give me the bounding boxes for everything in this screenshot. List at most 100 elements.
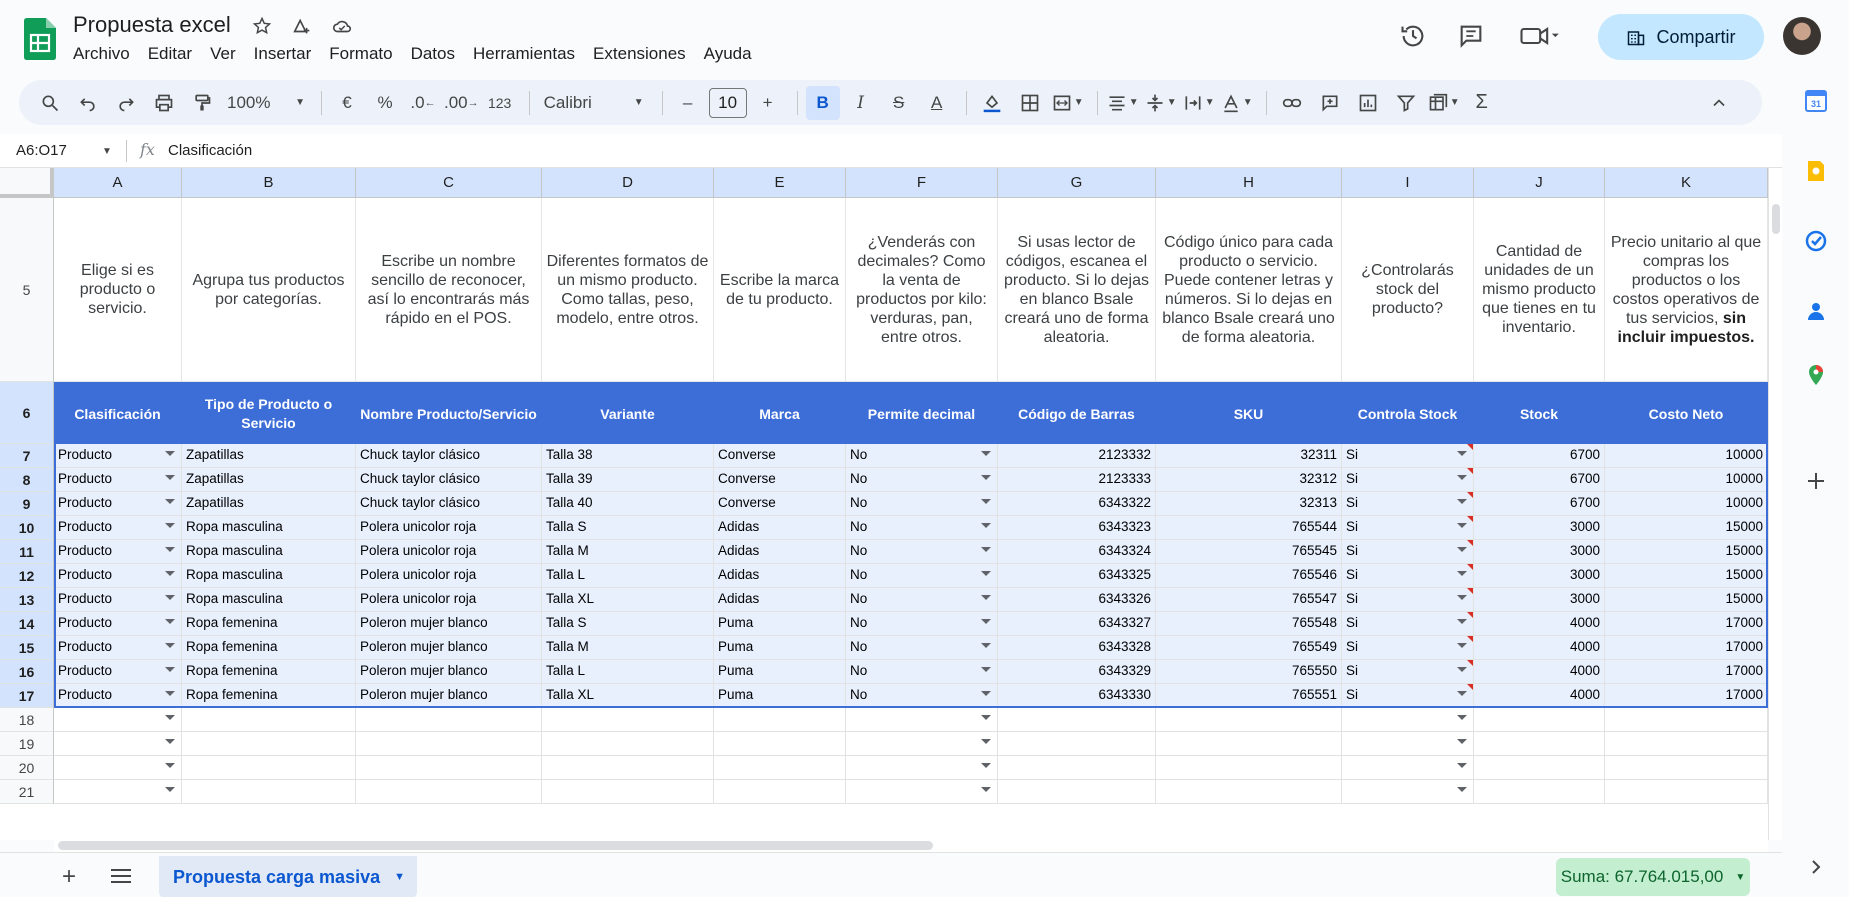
column-title-cell[interactable]: Marca [714,382,846,444]
italic-button[interactable]: I [844,86,878,120]
data-cell[interactable]: Poleron mujer blanco [356,612,542,636]
vertical-scrollbar[interactable] [1768,168,1782,840]
description-cell[interactable]: Cantidad de unidades de un mismo product… [1474,198,1605,382]
empty-cell[interactable] [54,756,182,780]
data-cell[interactable]: 6343325 [998,564,1156,588]
data-cell[interactable]: No [846,564,998,588]
menu-archivo[interactable]: Archivo [64,44,139,64]
data-cell[interactable]: Si [1342,468,1474,492]
row-header-14[interactable]: 14 [0,612,54,636]
data-cell[interactable]: 4000 [1474,636,1605,660]
data-cell[interactable]: Talla M [542,540,714,564]
data-cell[interactable]: Producto [54,660,182,684]
row-header-12[interactable]: 12 [0,564,54,588]
dropdown-chevron-icon[interactable] [1457,547,1467,552]
empty-cell[interactable] [356,780,542,804]
description-cell[interactable]: ¿Venderás con decimales? Como la venta d… [846,198,998,382]
data-cell[interactable]: 6343329 [998,660,1156,684]
dropdown-chevron-icon[interactable] [981,691,991,696]
column-title-cell[interactable]: Tipo de Producto o Servicio [182,382,356,444]
column-header-h[interactable]: H [1156,168,1342,198]
row-header-8[interactable]: 8 [0,468,54,492]
description-cell[interactable]: Escribe un nombre sencillo de reconocer,… [356,198,542,382]
filter-views-icon[interactable]: ▼ [1427,86,1461,120]
print-icon[interactable] [147,86,181,120]
currency-format-button[interactable]: € [330,86,364,120]
empty-cell[interactable] [1474,780,1605,804]
data-cell[interactable]: Si [1342,684,1474,708]
data-cell[interactable]: 765548 [1156,612,1342,636]
data-cell[interactable]: 32311 [1156,444,1342,468]
empty-cell[interactable] [1156,780,1342,804]
data-cell[interactable]: 10000 [1605,468,1768,492]
menu-editar[interactable]: Editar [139,44,201,64]
description-cell[interactable]: Precio unitario al que compras los produ… [1605,198,1768,382]
all-sheets-icon[interactable] [110,867,132,885]
data-cell[interactable]: Zapatillas [182,444,356,468]
data-cell[interactable]: 15000 [1605,516,1768,540]
column-title-cell[interactable]: Clasificación [54,382,182,444]
dropdown-chevron-icon[interactable] [1457,571,1467,576]
insert-link-icon[interactable] [1275,86,1309,120]
data-cell[interactable]: 3000 [1474,564,1605,588]
dropdown-chevron-icon[interactable] [981,739,991,744]
row-header-21[interactable]: 21 [0,780,54,804]
data-cell[interactable]: Producto [54,468,182,492]
cloud-saved-icon[interactable] [330,14,354,38]
data-cell[interactable]: Si [1342,612,1474,636]
dropdown-chevron-icon[interactable] [165,691,175,696]
star-icon[interactable] [250,14,274,38]
description-cell[interactable]: Elige si es producto o servicio. [54,198,182,382]
empty-cell[interactable] [182,708,356,732]
data-cell[interactable]: Adidas [714,516,846,540]
data-cell[interactable]: 3000 [1474,516,1605,540]
calendar-icon[interactable]: 31 [1805,90,1827,112]
data-cell[interactable]: Polera unicolor roja [356,540,542,564]
dropdown-chevron-icon[interactable] [1457,499,1467,504]
data-cell[interactable]: 765551 [1156,684,1342,708]
description-cell[interactable]: Si usas lector de códigos, escanea el pr… [998,198,1156,382]
row-header-18[interactable]: 18 [0,708,54,732]
column-header-b[interactable]: B [182,168,356,198]
data-cell[interactable]: Chuck taylor clásico [356,468,542,492]
data-cell[interactable]: Talla L [542,660,714,684]
empty-cell[interactable] [542,732,714,756]
row-header-9[interactable]: 9 [0,492,54,516]
dropdown-chevron-icon[interactable] [981,547,991,552]
dropdown-chevron-icon[interactable] [165,547,175,552]
empty-cell[interactable] [846,780,998,804]
sheets-logo-icon[interactable] [24,18,56,60]
formula-input[interactable]: Clasificación [168,142,252,159]
dropdown-chevron-icon[interactable] [165,523,175,528]
dropdown-chevron-icon[interactable] [165,763,175,768]
data-cell[interactable]: No [846,492,998,516]
description-cell[interactable]: Agrupa tus productos por categorías. [182,198,356,382]
data-cell[interactable]: Si [1342,492,1474,516]
dropdown-chevron-icon[interactable] [165,739,175,744]
empty-cell[interactable] [1605,780,1768,804]
data-cell[interactable]: Talla L [542,564,714,588]
menu-extensiones[interactable]: Extensiones [584,44,695,64]
column-header-d[interactable]: D [542,168,714,198]
data-cell[interactable]: Adidas [714,588,846,612]
data-cell[interactable]: Adidas [714,540,846,564]
dropdown-chevron-icon[interactable] [1457,643,1467,648]
empty-cell[interactable] [542,780,714,804]
menu-datos[interactable]: Datos [402,44,464,64]
empty-cell[interactable] [1605,732,1768,756]
dropdown-chevron-icon[interactable] [1457,667,1467,672]
paint-format-icon[interactable] [185,86,219,120]
data-cell[interactable]: Talla 40 [542,492,714,516]
redo-icon[interactable] [109,86,143,120]
empty-cell[interactable] [182,732,356,756]
dropdown-chevron-icon[interactable] [165,787,175,792]
empty-cell[interactable] [1342,732,1474,756]
menu-ayuda[interactable]: Ayuda [695,44,761,64]
undo-icon[interactable] [71,86,105,120]
empty-cell[interactable] [998,756,1156,780]
share-button[interactable]: Compartir [1598,14,1764,60]
empty-cell[interactable] [1605,708,1768,732]
data-cell[interactable]: Producto [54,492,182,516]
dropdown-chevron-icon[interactable] [981,571,991,576]
text-wrapping-icon[interactable]: ▼ [1182,86,1216,120]
